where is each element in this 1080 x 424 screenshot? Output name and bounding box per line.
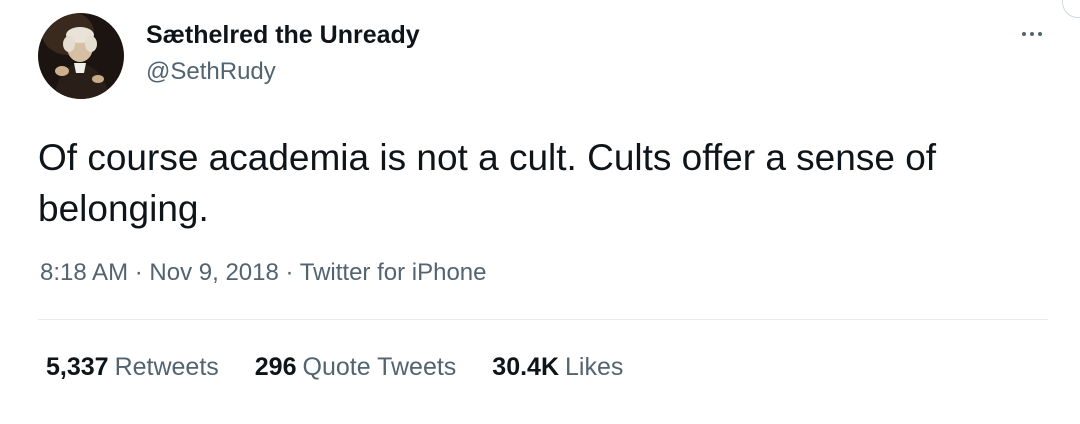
meta-separator: · <box>285 259 300 286</box>
more-dots-icon[interactable] <box>1012 24 1052 44</box>
tweet-meta: 8:18 AM · Nov 9, 2018 · Twitter for iPho… <box>40 259 486 287</box>
quote-tweets-stat[interactable]: 296 Quote Tweets <box>255 353 457 382</box>
author-handle[interactable]: @SethRudy <box>146 58 276 86</box>
quote-tweets-count: 296 <box>254 353 297 381</box>
divider <box>38 319 1048 320</box>
retweets-label: Retweets <box>114 353 219 381</box>
likes-label: Likes <box>565 353 624 381</box>
tweet-source[interactable]: Twitter for iPhone <box>300 259 487 286</box>
tweet-text: Of course academia is not a cult. Cults … <box>38 137 937 229</box>
meta-separator: · <box>134 259 150 286</box>
likes-count: 30.4K <box>492 353 560 381</box>
more-dot <box>1038 32 1042 36</box>
more-dot <box>1022 32 1026 36</box>
retweets-count: 5,337 <box>46 353 109 381</box>
retweets-stat[interactable]: 5,337 Retweets <box>46 353 219 382</box>
likes-stat[interactable]: 30.4K Likes <box>492 353 623 382</box>
corner-decoration <box>1062 0 1080 18</box>
author-display-name[interactable]: Sæthelred the Unready <box>146 21 420 50</box>
tweet-card: Sæthelred the Unready @SethRudy Of cours… <box>0 0 1080 424</box>
portrait-avatar-icon <box>38 13 124 99</box>
engagement-stats: 5,337 Retweets 296 Quote Tweets 30.4K Likes <box>46 353 659 382</box>
quote-tweets-label: Quote Tweets <box>302 353 457 381</box>
tweet-date[interactable]: Nov 9, 2018 <box>149 259 278 286</box>
avatar[interactable] <box>38 13 124 99</box>
more-dot <box>1030 32 1034 36</box>
tweet-time[interactable]: 8:18 AM <box>40 259 128 286</box>
